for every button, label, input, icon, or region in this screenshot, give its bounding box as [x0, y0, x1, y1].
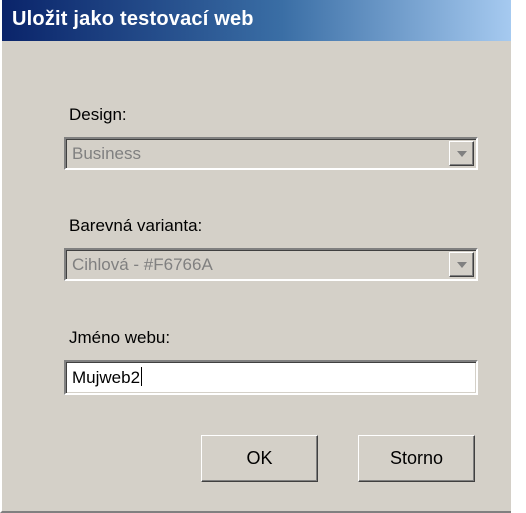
dialog-title: Uložit jako testovací web: [12, 8, 254, 30]
color-variant-select-value: Cihlová - #F6766A: [72, 255, 213, 274]
web-name-field[interactable]: Mujweb2: [64, 360, 478, 395]
web-name-field-value: Mujweb2: [72, 367, 143, 388]
web-name-text: Mujweb2: [72, 368, 141, 387]
color-variant-label: Barevná varianta:: [69, 216, 203, 235]
design-select-value: Business: [72, 144, 141, 163]
design-dropdown-button[interactable]: [449, 141, 474, 166]
save-as-test-web-dialog: Uložit jako testovací web Design: Busine…: [0, 0, 511, 513]
title-bar[interactable]: Uložit jako testovací web: [2, 0, 511, 41]
web-name-label: Jméno webu:: [69, 328, 171, 347]
ok-button[interactable]: OK: [201, 435, 318, 482]
text-caret: [141, 367, 143, 386]
color-variant-dropdown-button[interactable]: [449, 252, 474, 277]
cancel-button[interactable]: Storno: [358, 435, 475, 482]
chevron-down-icon: [457, 262, 467, 268]
design-label: Design:: [69, 105, 127, 124]
color-variant-select[interactable]: Cihlová - #F6766A: [64, 248, 478, 281]
chevron-down-icon: [457, 151, 467, 157]
design-select[interactable]: Business: [64, 137, 478, 170]
